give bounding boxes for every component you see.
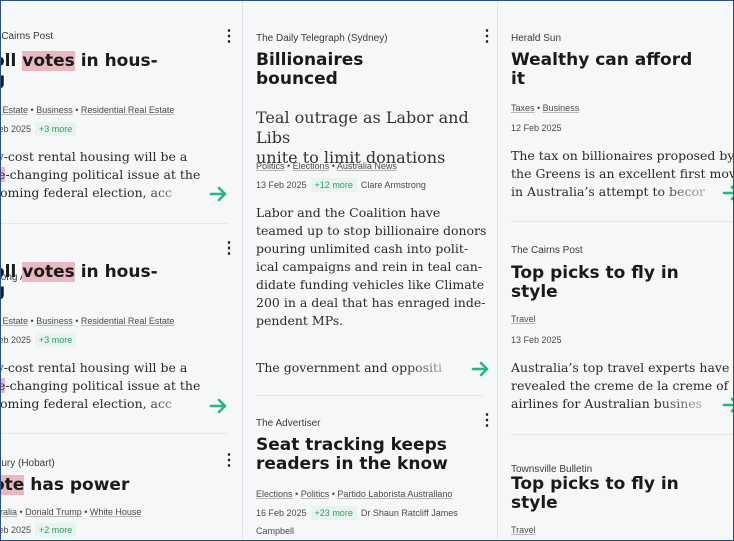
feed-column-middle: The Daily Telegraph (Sydney) ⋮ Billionai… bbox=[242, 1, 497, 540]
search-highlight: votes bbox=[22, 262, 75, 282]
read-more-arrow-icon[interactable] bbox=[722, 396, 734, 414]
text-fade bbox=[143, 396, 213, 414]
tag-link[interactable]: Business bbox=[36, 316, 73, 326]
article-card[interactable]: The Daily Telegraph (Sydney) ⋮ Billionai… bbox=[243, 1, 497, 396]
tag-link[interactable]: al Estate bbox=[1, 105, 28, 115]
headline[interactable]: Seat tracking keeps readers in the know bbox=[256, 436, 448, 474]
card-divider bbox=[1, 433, 227, 434]
feed-column-left: e Cairns Post ⋮ oll votes in hous- g al … bbox=[1, 1, 233, 540]
text-fade bbox=[403, 359, 473, 377]
card-divider bbox=[511, 221, 733, 222]
article-card[interactable]: rcury (Hobart) ⋮ ote has power stralia •… bbox=[1, 449, 233, 540]
article-card[interactable]: The Cairns Post Top picks to fly in styl… bbox=[498, 226, 734, 436]
tag-link[interactable]: Residential Real Estate bbox=[81, 316, 175, 326]
source-name: The Advertiser bbox=[256, 418, 321, 429]
topic-tags: stralia • Donald Trump • White House bbox=[1, 507, 142, 517]
tag-link[interactable]: Elections bbox=[293, 161, 330, 171]
topic-tags: Travel bbox=[511, 525, 536, 535]
publish-date: Feb 2025 bbox=[1, 525, 32, 535]
article-excerpt: Labor and the Coalition have teamed up t… bbox=[256, 205, 487, 328]
tag-link[interactable]: Donald Trump bbox=[25, 507, 82, 517]
headline[interactable]: Top picks to fly in style bbox=[511, 264, 679, 302]
more-tags-badge[interactable]: +2 more bbox=[35, 523, 77, 537]
tag-link[interactable]: Business bbox=[543, 103, 580, 113]
tag-link[interactable]: Elections bbox=[256, 489, 293, 499]
author-name[interactable]: Campbell bbox=[256, 526, 294, 536]
news-feed: e Cairns Post ⋮ oll votes in hous- g al … bbox=[0, 0, 734, 541]
source-name: The Daily Telegraph (Sydney) bbox=[256, 33, 388, 44]
read-more-arrow-icon[interactable] bbox=[209, 397, 229, 415]
topic-tags: Taxes • Business bbox=[511, 103, 580, 113]
source-name: Herald Sun bbox=[511, 33, 562, 44]
subheadline: Teal outrage as Labor and Libs unite to … bbox=[256, 108, 469, 167]
card-divider bbox=[1, 223, 227, 224]
more-options-icon[interactable]: ⋮ bbox=[479, 29, 495, 45]
card-divider bbox=[256, 395, 484, 396]
topic-tags: Politics • Elections • Australia News bbox=[256, 161, 397, 171]
tag-link[interactable]: Residential Real Estate bbox=[81, 105, 175, 115]
tag-link[interactable]: Politics bbox=[301, 489, 330, 499]
article-card[interactable]: elong Advertiser ⋮ oll votes in hous- g … bbox=[1, 233, 233, 443]
more-tags-badge[interactable]: +3 more bbox=[35, 333, 77, 347]
tag-link[interactable]: stralia bbox=[1, 507, 17, 517]
more-tags-badge[interactable]: +3 more bbox=[35, 122, 77, 136]
source-name: rcury (Hobart) bbox=[1, 458, 55, 469]
more-tags-badge[interactable]: +23 more bbox=[310, 506, 357, 520]
topic-tags: Elections • Politics • Partido Laborista… bbox=[256, 489, 453, 499]
tag-link[interactable]: Travel bbox=[511, 525, 536, 535]
article-card[interactable]: Herald Sun Wealthy can afford it Taxes •… bbox=[498, 1, 734, 226]
more-options-icon[interactable]: ⋮ bbox=[221, 241, 233, 257]
author-name[interactable]: Dr Shaun Ratcliff James bbox=[361, 508, 458, 518]
article-card[interactable]: Townsville Bulletin Top picks to fly in … bbox=[498, 436, 733, 540]
search-highlight: votes bbox=[22, 51, 75, 71]
publish-date: 13 Feb 2025 bbox=[511, 335, 562, 345]
tag-link[interactable]: Travel bbox=[511, 314, 536, 324]
read-more-arrow-icon[interactable] bbox=[471, 360, 491, 378]
tag-link[interactable]: White House bbox=[90, 507, 142, 517]
publish-date: Feb 2025 bbox=[1, 335, 32, 345]
search-highlight: ote bbox=[1, 475, 25, 495]
headline[interactable]: Top picks to fly in style bbox=[511, 475, 679, 513]
source-name: e Cairns Post bbox=[1, 31, 54, 42]
headline[interactable]: Wealthy can afford it bbox=[511, 51, 692, 89]
article-meta: 13 Feb 2025 +12 more Clare Armstrong bbox=[256, 178, 426, 192]
tag-link[interactable]: Australia News bbox=[337, 161, 397, 171]
read-more-arrow-icon[interactable] bbox=[209, 185, 229, 203]
tag-link[interactable]: Taxes bbox=[511, 103, 535, 113]
headline[interactable]: Billionaires bounced bbox=[256, 51, 363, 89]
article-meta: Feb 2025+2 more bbox=[1, 523, 80, 537]
publish-date: 13 Feb 2025 bbox=[256, 180, 307, 190]
feed-column-right: Herald Sun Wealthy can afford it Taxes •… bbox=[497, 1, 734, 540]
author-name[interactable]: Clare Armstrong bbox=[361, 180, 426, 190]
headline[interactable]: ote has power bbox=[1, 475, 129, 495]
read-more-arrow-icon[interactable] bbox=[722, 184, 734, 202]
text-fade bbox=[658, 183, 728, 201]
topic-tags: Travel bbox=[511, 314, 536, 324]
card-divider bbox=[511, 434, 733, 435]
topic-tags: al Estate • Business • Residential Real … bbox=[1, 105, 175, 115]
text-fade bbox=[143, 185, 213, 203]
tag-link[interactable]: Business bbox=[36, 105, 73, 115]
text-fade bbox=[658, 395, 728, 413]
topic-tags: al Estate • Business • Residential Real … bbox=[1, 316, 175, 326]
article-meta: Feb 2025+3 more bbox=[1, 333, 80, 347]
more-options-icon[interactable]: ⋮ bbox=[479, 413, 495, 429]
publish-date: Feb 2025 bbox=[1, 124, 32, 134]
publish-date: 16 Feb 2025 bbox=[256, 508, 307, 518]
more-options-icon[interactable]: ⋮ bbox=[221, 453, 233, 469]
article-card[interactable]: The Advertiser ⋮ Seat tracking keeps rea… bbox=[243, 397, 497, 540]
tag-link[interactable]: al Estate bbox=[1, 316, 28, 326]
headline[interactable]: oll votes in hous- g bbox=[1, 262, 158, 301]
article-meta: 16 Feb 2025 +23 more Dr Shaun Ratcliff Jam… bbox=[256, 506, 458, 520]
source-name: The Cairns Post bbox=[511, 245, 583, 256]
tag-link[interactable]: Politics bbox=[256, 161, 285, 171]
tag-link[interactable]: Partido Laborista Australiano bbox=[337, 489, 452, 499]
publish-date: 12 Feb 2025 bbox=[511, 123, 562, 133]
article-card[interactable]: e Cairns Post ⋮ oll votes in hous- g al … bbox=[1, 1, 233, 231]
article-meta: Feb 2025+3 more bbox=[1, 122, 80, 136]
more-options-icon[interactable]: ⋮ bbox=[221, 29, 233, 45]
more-tags-badge[interactable]: +12 more bbox=[310, 178, 357, 192]
headline[interactable]: oll votes in hous- g bbox=[1, 51, 158, 90]
